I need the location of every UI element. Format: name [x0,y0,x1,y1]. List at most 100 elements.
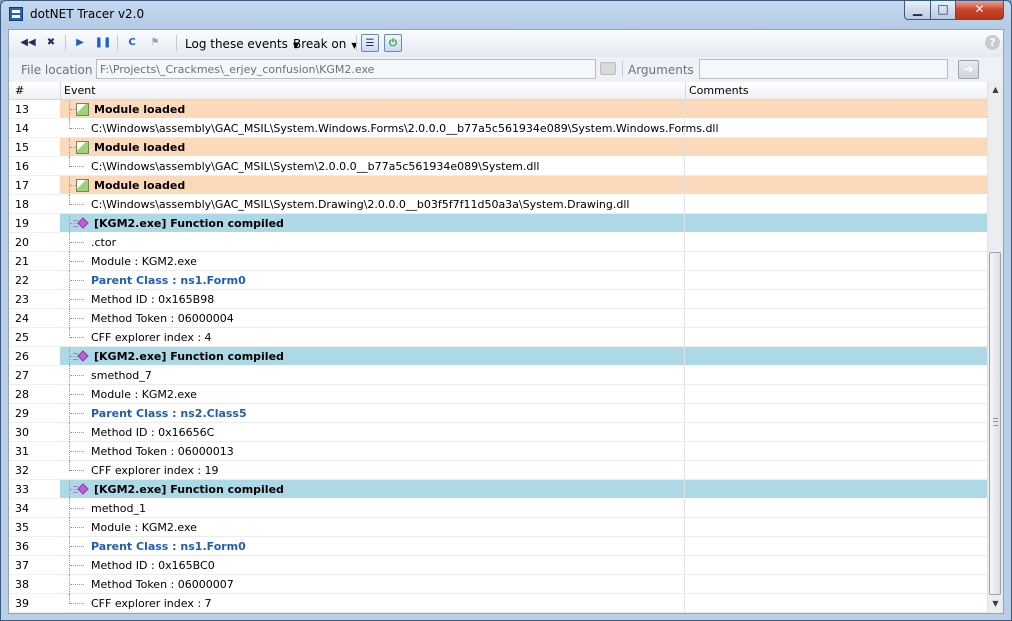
event-cell[interactable]: CFF explorer index : 19 [60,461,685,480]
comment-cell[interactable] [685,594,987,613]
comment-cell[interactable] [685,518,987,537]
comment-cell[interactable] [685,385,987,404]
event-cell[interactable]: CFF explorer index : 7 [60,594,685,613]
module-loaded-row[interactable]: 13 Module loaded [9,100,987,119]
event-detail-row[interactable]: 34 method_1 [9,499,987,518]
event-cell[interactable]: Method ID : 0x165B98 [60,290,685,309]
column-header-comments[interactable]: Comments [689,84,749,97]
event-detail-row[interactable]: 37 Method ID : 0x165BC0 [9,556,987,575]
comment-cell[interactable] [685,499,987,518]
module-loaded-row[interactable]: 15 Module loaded [9,138,987,157]
event-detail-row[interactable]: 24 Method Token : 06000004 [9,309,987,328]
module-loaded-row[interactable]: 17 Module loaded [9,176,987,195]
event-cell[interactable]: Module loaded [60,100,685,119]
event-cell[interactable]: Method ID : 0x16656C [60,423,685,442]
power-button[interactable]: ⏻ [384,34,402,52]
comment-cell[interactable] [685,442,987,461]
column-divider[interactable] [685,82,686,99]
event-cell[interactable]: Method Token : 06000007 [60,575,685,594]
comment-cell[interactable] [685,290,987,309]
event-cell[interactable]: [KGM2.exe] Function compiled [60,347,685,366]
scroll-down-arrow-icon[interactable]: ▼ [988,596,1003,612]
close-button[interactable]: ✕ [955,1,1004,20]
event-cell[interactable]: [KGM2.exe] Function compiled [60,480,685,499]
comment-cell[interactable] [685,233,987,252]
comment-cell[interactable] [685,309,987,328]
comment-cell[interactable] [685,537,987,556]
run-button[interactable]: ➔ [958,60,979,79]
event-detail-row[interactable]: 32 CFF explorer index : 19 [9,461,987,480]
event-cell[interactable]: Parent Class : ns2.Class5 [60,404,685,423]
maximize-button[interactable]: □ [930,1,956,20]
event-cell[interactable]: Parent Class : ns1.Form0 [60,537,685,556]
event-detail-row[interactable]: 31 Method Token : 06000013 [9,442,987,461]
event-detail-row[interactable]: 22 Parent Class : ns1.Form0 [9,271,987,290]
play-icon[interactable]: ▶ [71,34,89,52]
rewind-icon[interactable]: ◀◀ [19,34,37,52]
comment-cell[interactable] [685,480,987,499]
clear-icon[interactable]: C [123,34,141,52]
event-cell[interactable]: Method ID : 0x165BC0 [60,556,685,575]
function-compiled-row[interactable]: 26 [KGM2.exe] Function compiled [9,347,987,366]
folder-icon[interactable] [600,62,616,75]
event-cell[interactable]: Module : KGM2.exe [60,385,685,404]
column-header-number[interactable]: # [15,84,24,97]
scroll-up-arrow-icon[interactable]: ▲ [988,82,1003,98]
event-cell[interactable]: Module : KGM2.exe [60,518,685,537]
function-compiled-row[interactable]: 19 [KGM2.exe] Function compiled [9,214,987,233]
comment-cell[interactable] [685,328,987,347]
function-compiled-row[interactable]: 33 [KGM2.exe] Function compiled [9,480,987,499]
break-on-menu[interactable]: Break on ▼ [293,37,358,51]
comment-cell[interactable] [685,461,987,480]
file-location-input[interactable] [96,59,596,79]
comment-cell[interactable] [685,366,987,385]
stop-icon[interactable]: ✖ [42,34,60,52]
event-detail-row[interactable]: 27 smethod_7 [9,366,987,385]
event-cell[interactable]: Module loaded [60,176,685,195]
event-detail-row[interactable]: 25 CFF explorer index : 4 [9,328,987,347]
event-cell[interactable]: Method Token : 06000013 [60,442,685,461]
comment-cell[interactable] [685,195,987,214]
event-detail-row[interactable]: 36 Parent Class : ns1.Form0 [9,537,987,556]
comment-cell[interactable] [685,119,987,138]
event-detail-row[interactable]: 35 Module : KGM2.exe [9,518,987,537]
event-detail-row[interactable]: 20 .ctor [9,233,987,252]
event-cell[interactable]: C:\Windows\assembly\GAC_MSIL\System.Wind… [60,119,719,138]
trace-toggle-button[interactable]: ☰ [361,34,379,52]
event-detail-row[interactable]: 14 C:\Windows\assembly\GAC_MSIL\System.Wi… [9,119,987,138]
event-cell[interactable]: .ctor [60,233,685,252]
comment-cell[interactable] [685,575,987,594]
event-detail-row[interactable]: 18 C:\Windows\assembly\GAC_MSIL\System.Dr… [9,195,987,214]
comment-cell[interactable] [685,404,987,423]
event-detail-row[interactable]: 23 Method ID : 0x165B98 [9,290,987,309]
pause-icon[interactable]: ❚❚ [94,34,112,52]
event-cell[interactable]: method_1 [60,499,685,518]
event-cell[interactable]: Module loaded [60,138,685,157]
vertical-scrollbar[interactable]: ▲ ▼ [987,82,1003,613]
event-cell[interactable]: smethod_7 [60,366,685,385]
event-detail-row[interactable]: 38 Method Token : 06000007 [9,575,987,594]
event-cell[interactable]: CFF explorer index : 4 [60,328,685,347]
event-detail-row[interactable]: 28 Module : KGM2.exe [9,385,987,404]
event-detail-row[interactable]: 29 Parent Class : ns2.Class5 [9,404,987,423]
minimize-button[interactable]: ▁ [904,1,931,20]
event-detail-row[interactable]: 39 CFF explorer index : 7 [9,594,987,613]
column-divider[interactable] [60,82,61,99]
log-events-menu[interactable]: Log these events ▼ [185,37,299,51]
comment-cell[interactable] [685,556,987,575]
comment-cell[interactable] [685,252,987,271]
filter-icon[interactable]: ⚑ [146,34,164,52]
comment-cell[interactable] [685,138,987,157]
comment-cell[interactable] [685,271,987,290]
event-cell[interactable]: Method Token : 06000004 [60,309,685,328]
event-detail-row[interactable]: 30 Method ID : 0x16656C [9,423,987,442]
scroll-thumb[interactable] [989,252,1001,595]
event-cell[interactable]: C:\Windows\assembly\GAC_MSIL\System\2.0.… [60,157,685,176]
help-icon[interactable]: ? [985,35,1000,50]
column-header-event[interactable]: Event [64,84,96,97]
comment-cell[interactable] [685,157,987,176]
event-cell[interactable]: Module : KGM2.exe [60,252,685,271]
title-bar[interactable]: dotNET Tracer v2.0 ▁ □ ✕ [1,1,1011,29]
event-cell[interactable]: C:\Windows\assembly\GAC_MSIL\System.Draw… [60,195,685,214]
event-detail-row[interactable]: 16 C:\Windows\assembly\GAC_MSIL\System\2.… [9,157,987,176]
